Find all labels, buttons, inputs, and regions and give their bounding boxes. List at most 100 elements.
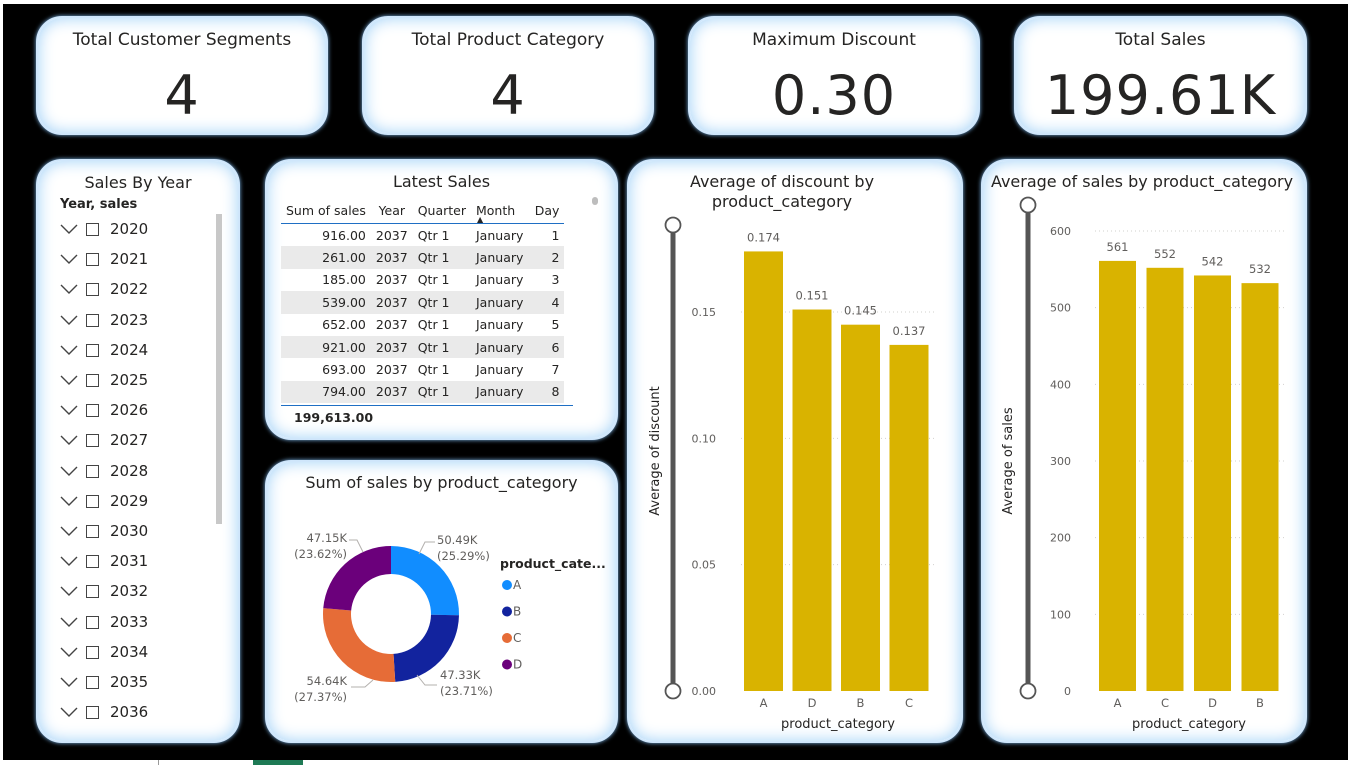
slicer-item-2026[interactable]: 2026 xyxy=(60,401,210,425)
chevron-down-icon[interactable] xyxy=(60,341,78,359)
y-range-slider-handle-top[interactable] xyxy=(1019,196,1037,214)
bar-C[interactable] xyxy=(1146,267,1184,691)
checkbox[interactable] xyxy=(86,343,99,357)
table-row[interactable]: 185.00 2037 Qtr 1 January 3 xyxy=(281,269,564,291)
table-scrollbar[interactable] xyxy=(592,197,598,205)
bar-B[interactable] xyxy=(1241,283,1279,691)
column-header-quarter[interactable]: Quarter xyxy=(412,197,471,224)
slicer-item-2021[interactable]: 2021 xyxy=(60,250,210,274)
slice-value-label: 54.64K xyxy=(307,674,348,688)
checkbox[interactable] xyxy=(86,615,99,629)
chevron-down-icon[interactable] xyxy=(60,311,78,329)
bar-B[interactable] xyxy=(841,324,880,691)
slicer-item-2020[interactable]: 2020 xyxy=(60,220,210,244)
slicer-item-2035[interactable]: 2035 xyxy=(60,673,210,697)
table-row[interactable]: 261.00 2037 Qtr 1 January 2 xyxy=(281,246,565,269)
checkbox[interactable] xyxy=(86,494,99,508)
chevron-down-icon[interactable] xyxy=(60,673,78,691)
slicer-item-2032[interactable]: 2032 xyxy=(60,582,210,606)
y-range-slider-handle-top[interactable] xyxy=(664,216,682,234)
slicer-item-2025[interactable]: 2025 xyxy=(60,371,210,395)
legend-label-A[interactable]: A xyxy=(513,578,522,592)
kpi-card-maximum-discount: Maximum Discount 0.30 xyxy=(688,16,980,135)
table-row[interactable]: 794.00 2037 Qtr 1 January 8 xyxy=(281,380,565,404)
checkbox[interactable] xyxy=(86,676,99,689)
checkbox[interactable] xyxy=(86,555,99,569)
bar-D[interactable] xyxy=(1194,275,1231,691)
column-header-month[interactable]: Month ▲ xyxy=(471,197,529,224)
active-page-tab-indicator[interactable] xyxy=(253,760,303,765)
table-row[interactable]: 916.00 2037 Qtr 1 January 1 xyxy=(281,224,564,247)
legend-marker-C[interactable] xyxy=(502,633,512,643)
checkbox[interactable] xyxy=(86,404,99,418)
bar-A[interactable] xyxy=(744,251,783,691)
chevron-down-icon[interactable] xyxy=(60,582,78,600)
checkbox[interactable] xyxy=(86,706,99,720)
cell-sum-of-sales: 539.00 xyxy=(281,291,371,314)
chevron-down-icon[interactable] xyxy=(60,492,78,510)
chevron-down-icon[interactable] xyxy=(60,250,78,268)
slicer-item-2028[interactable]: 2028 xyxy=(60,462,210,486)
slicer-item-2030[interactable]: 2030 xyxy=(60,522,210,546)
checkbox[interactable] xyxy=(86,313,99,327)
chevron-down-icon[interactable] xyxy=(60,552,78,570)
checkbox[interactable] xyxy=(86,253,99,267)
slicer-item-2033[interactable]: 2033 xyxy=(60,613,210,637)
legend-label-D[interactable]: D xyxy=(513,658,522,672)
chevron-down-icon[interactable] xyxy=(60,462,78,480)
legend-marker-A[interactable] xyxy=(502,580,512,590)
checkbox[interactable] xyxy=(86,645,99,659)
column-header-sum-of-sales[interactable]: Sum of sales xyxy=(281,197,371,224)
chevron-down-icon[interactable] xyxy=(60,371,78,389)
checkbox[interactable] xyxy=(86,283,99,297)
chevron-down-icon[interactable] xyxy=(60,401,78,419)
donut-slice-C[interactable] xyxy=(323,608,396,682)
legend-label-B[interactable]: B xyxy=(513,605,521,619)
table-row[interactable]: 921.00 2037 Qtr 1 January 6 xyxy=(281,335,565,359)
chevron-down-icon[interactable] xyxy=(60,522,78,540)
bar-D[interactable] xyxy=(792,309,832,691)
bar-C[interactable] xyxy=(889,344,929,691)
slicer-item-2027[interactable]: 2027 xyxy=(60,431,210,455)
slicer-scrollbar[interactable] xyxy=(216,214,222,524)
bar-A[interactable] xyxy=(1099,260,1136,691)
legend-marker-B[interactable] xyxy=(502,606,512,617)
x-tick-label: D xyxy=(1208,696,1217,710)
slicer-item-2029[interactable]: 2029 xyxy=(60,492,210,516)
table-body: 916.00 2037 Qtr 1 January 1 261.00 2037 Qtr 1 Ja… xyxy=(281,224,565,404)
legend-label-C[interactable]: C xyxy=(513,631,521,645)
avg-discount-chart-card: Average of discount by product_category Av… xyxy=(627,159,963,743)
slicer-item-label: 2033 xyxy=(110,612,149,631)
checkbox[interactable] xyxy=(86,434,99,448)
slicer-item-2031[interactable]: 2031 xyxy=(60,552,210,576)
chevron-down-icon[interactable] xyxy=(60,643,78,661)
bar-data-label: 0.151 xyxy=(796,289,829,303)
column-header-day[interactable]: Day xyxy=(528,197,565,224)
chevron-down-icon[interactable] xyxy=(60,431,78,449)
slicer-item-2024[interactable]: 2024 xyxy=(60,341,210,365)
y-range-slider-handle-bottom[interactable] xyxy=(664,682,682,700)
slicer-item-2022[interactable]: 2022 xyxy=(60,280,210,304)
checkbox[interactable] xyxy=(86,585,99,599)
table-row[interactable]: 652.00 2037 Qtr 1 January 5 xyxy=(281,314,564,336)
table-row[interactable]: 539.00 2037 Qtr 1 January 4 xyxy=(281,291,565,314)
chevron-down-icon[interactable] xyxy=(60,220,78,238)
x-tick-label: A xyxy=(760,696,768,710)
slicer-item-2023[interactable]: 2023 xyxy=(60,311,210,335)
checkbox[interactable] xyxy=(86,374,99,387)
checkbox[interactable] xyxy=(86,464,99,478)
chevron-down-icon[interactable] xyxy=(60,613,78,631)
checkbox[interactable] xyxy=(86,525,99,538)
y-tick-label: 200 xyxy=(1050,532,1071,545)
leader-line xyxy=(351,679,374,688)
chevron-down-icon[interactable] xyxy=(60,703,78,721)
column-header-year[interactable]: Year xyxy=(370,197,413,224)
slicer-item-2034[interactable]: 2034 xyxy=(60,643,210,667)
checkbox[interactable] xyxy=(86,223,99,236)
chevron-down-icon[interactable] xyxy=(60,280,78,298)
table-row[interactable]: 693.00 2037 Qtr 1 January 7 xyxy=(281,358,564,380)
y-range-slider-handle-bottom[interactable] xyxy=(1019,682,1037,700)
legend-marker-D[interactable] xyxy=(502,659,512,670)
slicer-item-2036[interactable]: 2036 xyxy=(60,703,210,727)
slicer-item-label: 2028 xyxy=(110,461,149,480)
